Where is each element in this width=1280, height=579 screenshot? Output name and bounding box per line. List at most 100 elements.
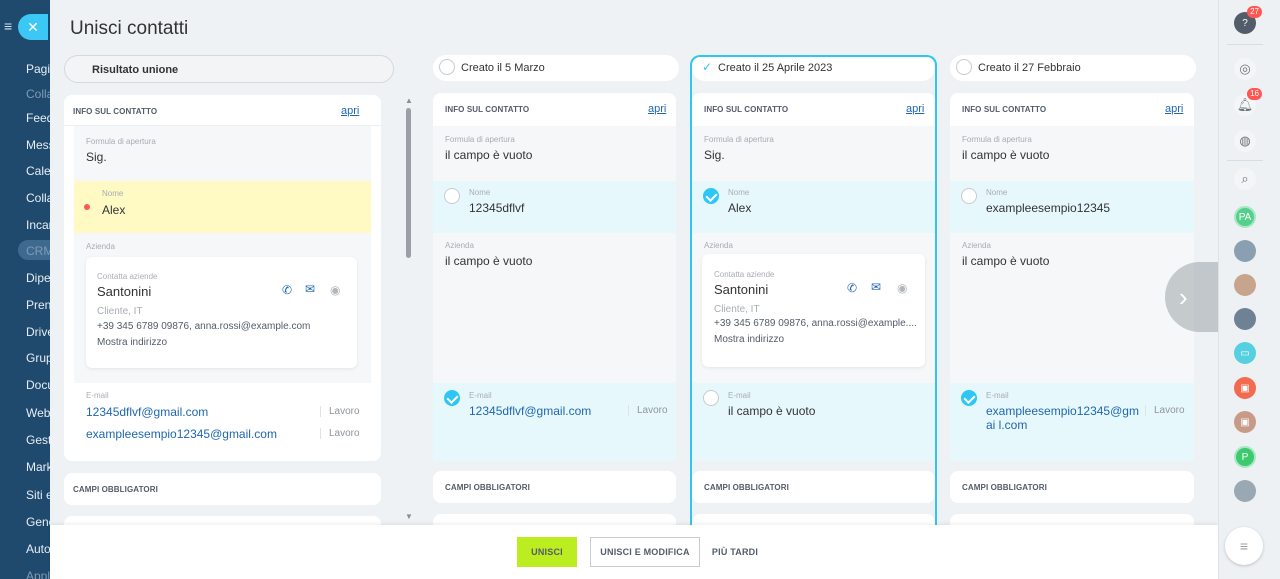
- help-icon[interactable]: ? 27: [1234, 6, 1262, 34]
- later-button[interactable]: PIÙ TARDI: [710, 537, 760, 567]
- check-icon: ✓: [702, 60, 713, 74]
- field-label: Nome: [986, 188, 1008, 197]
- open-link[interactable]: apri: [1165, 103, 1183, 115]
- column-title: Creato il 25 Aprile 2023: [718, 62, 833, 74]
- avatar[interactable]: [1234, 480, 1256, 502]
- sidebar-item[interactable]: Incar: [26, 218, 50, 232]
- sidebar-item[interactable]: Auto: [26, 542, 50, 556]
- name-radio[interactable]: [444, 188, 460, 204]
- salutation-value: il campo è vuoto: [962, 148, 1050, 162]
- left-sidebar: ≡ Pagi Colla Feed Mess Cale Colla Incar …: [0, 0, 50, 579]
- sidebar-item[interactable]: Mark: [26, 460, 50, 474]
- name-radio[interactable]: [961, 188, 977, 204]
- email-link[interactable]: exampleesempio12345@gmail.com: [86, 427, 277, 441]
- email-radio[interactable]: [703, 390, 719, 406]
- copilot-icon[interactable]: ◎: [1234, 58, 1256, 80]
- merge-and-edit-button[interactable]: UNISCI E MODIFICA: [590, 537, 700, 567]
- sidebar-item[interactable]: Gene: [26, 515, 50, 529]
- avatar[interactable]: [1234, 240, 1256, 262]
- footer-bar: UNISCI UNISCI E MODIFICA PIÙ TARDI: [50, 525, 1218, 579]
- company-card: Contatta aziende Santonini ✆ ✉ ◉ Cliente…: [702, 254, 925, 367]
- sidebar-item[interactable]: Grup: [26, 351, 50, 365]
- sidebar-item[interactable]: Colla: [26, 191, 50, 205]
- sidebar-item[interactable]: Pren: [26, 298, 50, 312]
- contact-card-icon[interactable]: ▣: [1234, 411, 1256, 433]
- sidebar-item[interactable]: Colla: [26, 87, 50, 101]
- right-sidebar: ? 27 ◎ 🔔︎ 16 ◍ ⌕ PA ▭ ▣ ▣ P ≡: [1218, 0, 1280, 579]
- company-name[interactable]: Santonini: [714, 282, 768, 297]
- mail-icon[interactable]: ✉: [871, 280, 881, 294]
- field-label: Nome: [469, 188, 491, 197]
- scroll-up-icon[interactable]: ▲: [405, 96, 413, 105]
- sidebar-item[interactable]: Appl: [26, 569, 50, 579]
- close-slider-button[interactable]: ✕: [18, 14, 48, 40]
- avatar[interactable]: PA: [1234, 206, 1256, 228]
- section-title: CAMPI OBBLIGATORI: [704, 483, 789, 492]
- name-radio-checked[interactable]: [703, 188, 719, 204]
- email-type: Lavoro: [320, 428, 360, 439]
- help-badge: 27: [1247, 6, 1262, 18]
- show-address-link[interactable]: Mostra indirizzo: [714, 334, 784, 345]
- field-label: Contatta aziende: [714, 270, 775, 279]
- column-title: Creato il 27 Febbraio: [978, 62, 1081, 74]
- contact-card-icon[interactable]: ▣: [1234, 377, 1256, 399]
- avatar[interactable]: [1234, 274, 1256, 296]
- phone-icon[interactable]: ✆: [282, 283, 292, 297]
- phone-icon[interactable]: ✆: [847, 281, 857, 295]
- result-mandatory-panel: CAMPI OBBLIGATORI: [64, 473, 381, 505]
- chat-icon[interactable]: ◉: [330, 283, 340, 297]
- avatar[interactable]: [1234, 308, 1256, 330]
- company-type: Cliente, IT: [714, 304, 760, 315]
- sidebar-item[interactable]: Siti e: [26, 488, 50, 502]
- email-value: il campo è vuoto: [728, 404, 816, 418]
- field-label: E-mail: [728, 391, 751, 400]
- email-link[interactable]: 12345dflvf@gmail.com: [86, 405, 208, 419]
- column-header-1[interactable]: Creato il 5 Marzo: [433, 55, 679, 81]
- sidebar-item[interactable]: Docu: [26, 378, 50, 392]
- email-radio-checked[interactable]: [961, 390, 977, 406]
- open-link[interactable]: apri: [341, 105, 359, 117]
- open-link[interactable]: apri: [906, 103, 924, 115]
- merge-button[interactable]: UNISCI: [517, 537, 577, 567]
- email-radio-checked[interactable]: [444, 390, 460, 406]
- name-value: Alex: [102, 203, 126, 217]
- column-header-2[interactable]: ✓ Creato il 25 Aprile 2023: [692, 55, 935, 81]
- chat-avatar-icon[interactable]: ▭: [1234, 342, 1256, 364]
- show-address-link[interactable]: Mostra indirizzo: [97, 337, 167, 348]
- sidebar-item[interactable]: Feed: [26, 111, 50, 125]
- search-icon[interactable]: ⌕: [1234, 168, 1256, 190]
- sidebar-item[interactable]: Gest: [26, 433, 50, 447]
- field-label: Azienda: [86, 242, 115, 251]
- sidebar-item-crm[interactable]: CRM: [26, 244, 50, 258]
- email-link[interactable]: 12345dflvf@gmail.com: [469, 404, 591, 418]
- column-radio[interactable]: [956, 59, 972, 75]
- sidebar-item[interactable]: Mess: [26, 138, 50, 152]
- page-title: Unisci contatti: [70, 18, 189, 39]
- scrollbar-thumb[interactable]: [406, 108, 411, 258]
- sidebar-item[interactable]: Web: [26, 406, 50, 420]
- field-label: Nome: [102, 189, 124, 198]
- scrollbar[interactable]: ▲ ▼: [405, 96, 413, 521]
- avatar[interactable]: P: [1234, 446, 1256, 468]
- column-header-3[interactable]: Creato il 27 Febbraio: [950, 55, 1196, 81]
- menu-list-icon[interactable]: ≡: [1225, 527, 1263, 565]
- chat-icon[interactable]: ◉: [897, 281, 907, 295]
- column-radio[interactable]: [439, 59, 455, 75]
- scroll-down-icon[interactable]: ▼: [405, 512, 413, 521]
- field-label: Contatta aziende: [97, 272, 158, 281]
- company-card: Contatta aziende Santonini ✆ ✉ ◉ Cliente…: [86, 257, 357, 368]
- sidebar-item[interactable]: Pagi: [26, 62, 50, 76]
- email-type: Lavoro: [320, 406, 360, 417]
- column-title: Creato il 5 Marzo: [461, 62, 545, 74]
- sidebar-item[interactable]: Drive: [26, 325, 50, 339]
- chat-icon[interactable]: ◍: [1234, 130, 1256, 152]
- bell-icon[interactable]: 🔔︎ 16: [1234, 88, 1262, 116]
- email-link[interactable]: exampleesempio12345@gmai l.com: [986, 404, 1141, 432]
- menu-icon[interactable]: ≡: [4, 18, 12, 34]
- sidebar-item[interactable]: Cale: [26, 164, 50, 178]
- sidebar-item[interactable]: Dipe: [26, 271, 50, 285]
- mail-icon[interactable]: ✉: [305, 282, 315, 296]
- open-link[interactable]: apri: [648, 103, 666, 115]
- section-title: INFO SUL CONTATTO: [704, 105, 789, 114]
- company-name[interactable]: Santonini: [97, 284, 151, 299]
